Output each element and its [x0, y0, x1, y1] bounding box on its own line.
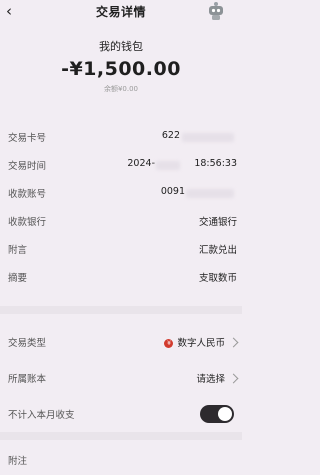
setting-label: 交易类型	[8, 338, 47, 349]
transaction-amount: -¥1,500.00	[61, 58, 181, 80]
wallet-name: 我的钱包	[99, 40, 143, 53]
redacted-mask	[156, 161, 180, 170]
detail-value: 交通银行	[198, 217, 237, 228]
redacted-mask	[186, 189, 234, 198]
detail-row-bank: 收款银行 交通银行	[0, 209, 242, 233]
detail-row-remark: 附言 汇款兑出	[0, 237, 242, 261]
detail-label: 交易卡号	[8, 133, 47, 144]
exclude-monthly-toggle[interactable]	[200, 405, 234, 423]
ledger-value: 请选择	[196, 374, 225, 385]
wallet-balance: 余额¥0.00	[103, 85, 139, 93]
toggle-knob	[218, 407, 232, 421]
detail-label: 交易时间	[8, 161, 47, 172]
detail-label: 附言	[8, 245, 28, 256]
section-divider	[0, 432, 242, 440]
detail-value: 汇款兑出	[198, 245, 237, 256]
detail-row-card-number: 交易卡号 622	[0, 125, 242, 149]
setting-row-ledger[interactable]: 所属账本 请选择	[0, 366, 242, 390]
transaction-type-value: 数字人民币	[177, 338, 225, 349]
setting-row-transaction-type[interactable]: 交易类型 ¥ 数字人民币	[0, 330, 242, 354]
rmb-icon: ¥	[164, 339, 174, 348]
detail-row-time: 交易时间 2024- 18:56:33	[0, 153, 242, 177]
detail-label: 收款银行	[8, 217, 47, 228]
time-clock-part: 18:56:33	[194, 158, 237, 169]
robot-icon[interactable]	[206, 0, 226, 22]
setting-value: ¥ 数字人民币	[164, 335, 239, 349]
note-label: 附注	[8, 456, 28, 467]
detail-label: 摘要	[8, 273, 28, 284]
setting-row-exclude-monthly: 不计入本月收支	[0, 402, 242, 426]
detail-row-summary: 摘要 支取数币	[0, 265, 242, 289]
detail-value: 622	[162, 130, 180, 141]
detail-value: 支取数币	[198, 273, 237, 284]
chevron-right-icon	[228, 337, 239, 348]
detail-label: 收款账号	[8, 189, 47, 200]
payee-account-prefix: 0091	[160, 186, 185, 197]
card-number-prefix: 622	[161, 130, 180, 141]
top-bar: ‹ 交易详情	[0, 0, 242, 24]
note-row[interactable]: 附注	[0, 448, 242, 472]
setting-label: 不计入本月收支	[8, 410, 75, 421]
setting-value: 请选择	[196, 371, 239, 385]
setting-label: 所属账本	[8, 374, 47, 385]
redacted-mask	[182, 133, 234, 142]
detail-row-payee-account: 收款账号 0091	[0, 181, 242, 205]
chevron-right-icon	[228, 373, 239, 384]
time-date-part: 2024-	[127, 158, 155, 169]
section-divider	[0, 306, 242, 314]
